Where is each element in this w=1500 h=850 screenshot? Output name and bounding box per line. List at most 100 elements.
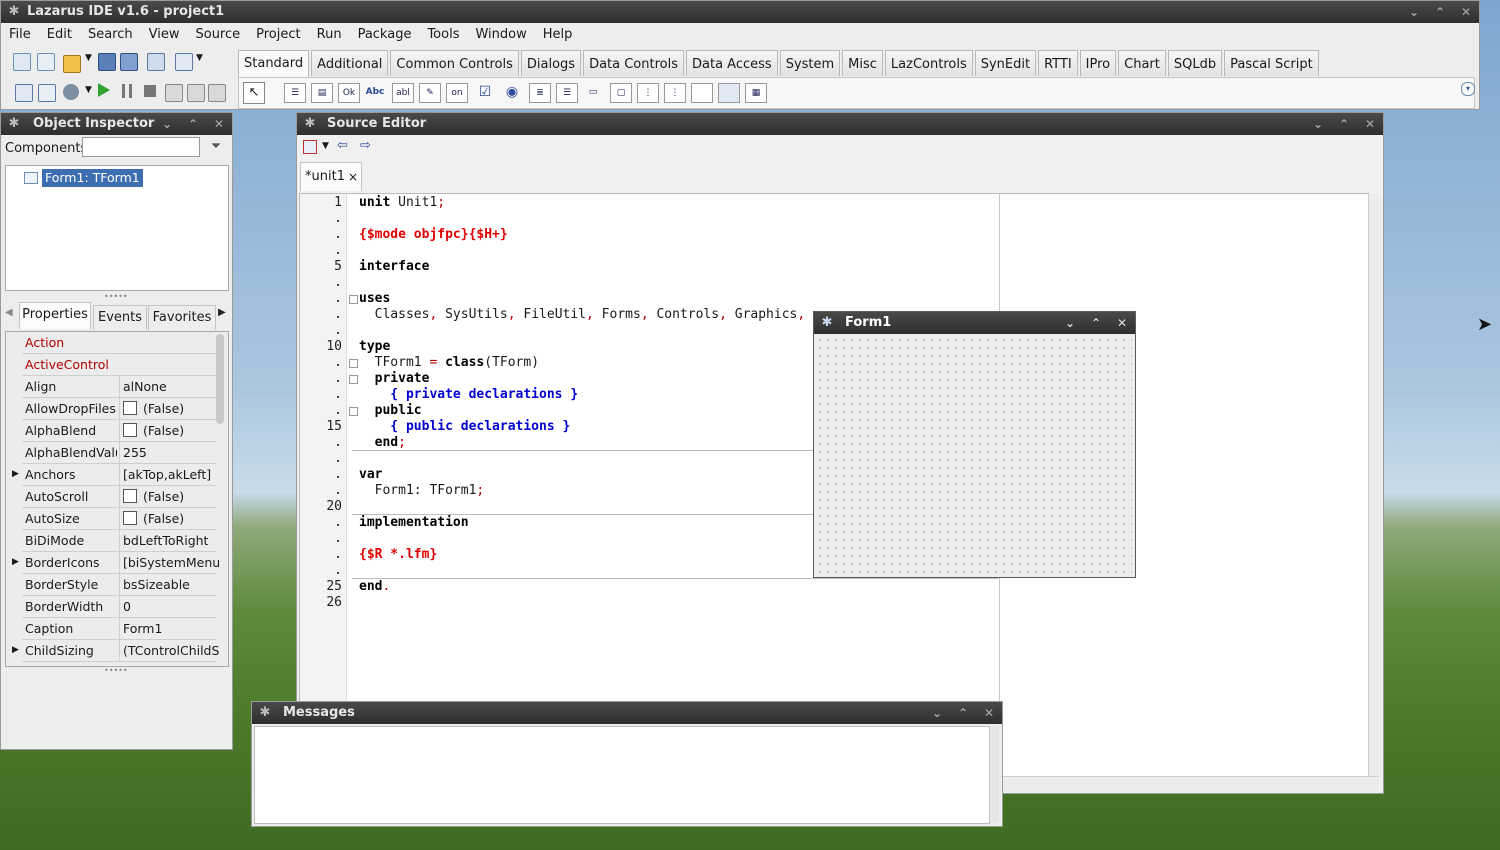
property-row[interactable]: ▶ ChildSizing (TControlChildSizing) [12, 640, 219, 662]
tab-pascal-script[interactable]: Pascal Script [1224, 50, 1319, 76]
menu-source[interactable]: Source [187, 27, 248, 42]
property-row[interactable]: AutoSize (False) [22, 508, 216, 530]
property-value[interactable]: (False) [119, 508, 219, 529]
open-icon[interactable] [63, 55, 81, 73]
object-inspector-titlebar[interactable]: ✱ Object Inspector ⌄ ⌃ ✕ [1, 113, 232, 135]
property-row[interactable]: AlphaBlend (False) [22, 420, 216, 442]
maximize-icon[interactable]: ⌃ [186, 113, 200, 135]
tlabel-icon[interactable]: Abc [365, 83, 385, 101]
menu-run[interactable]: Run [309, 27, 350, 42]
tab-misc[interactable]: Misc [842, 50, 883, 76]
property-value[interactable]: Form1 [119, 618, 219, 639]
close-icon[interactable]: ✕ [1363, 113, 1377, 135]
close-icon[interactable]: ✕ [982, 702, 996, 724]
property-row[interactable]: Align alNone [22, 376, 216, 398]
fold-private-icon[interactable] [349, 375, 358, 384]
tab-standard[interactable]: Standard [238, 50, 310, 78]
tmemo-icon[interactable]: ✎ [419, 83, 441, 103]
stop-icon[interactable] [144, 85, 156, 97]
property-value[interactable]: bsSizeable [119, 574, 219, 595]
fold-class-icon[interactable] [349, 359, 358, 368]
view-units-icon[interactable] [175, 53, 193, 71]
property-grid-scrollbar[interactable] [216, 334, 224, 424]
run-icon[interactable] [98, 83, 110, 97]
tab-scroll-right-icon[interactable]: ▶ [218, 307, 226, 318]
tcheckbox-icon[interactable]: ☑ [475, 83, 495, 101]
tbutton-icon[interactable]: Ok [338, 83, 360, 103]
property-row[interactable]: AllowDropFiles (False) [22, 398, 216, 420]
checkbox[interactable] [123, 423, 137, 437]
new-unit-icon[interactable] [13, 53, 31, 71]
tscrollbar-icon[interactable]: ▭ [583, 83, 603, 101]
property-row[interactable]: AutoScroll (False) [22, 486, 216, 508]
messages-scrollbar[interactable] [991, 726, 999, 822]
tab-system[interactable]: System [779, 50, 841, 76]
menu-view[interactable]: View [141, 27, 188, 42]
tab-data-access[interactable]: Data Access [686, 50, 778, 76]
splitter-grip[interactable]: ••••• [104, 292, 128, 301]
tradiobutton-icon[interactable]: ◉ [502, 83, 522, 101]
code-line[interactable]: end; [359, 435, 406, 450]
source-editor-titlebar[interactable]: ✱ Source Editor ⌄ ⌃ ✕ [297, 113, 1383, 135]
tlistbox-icon[interactable]: ≣ [529, 83, 551, 103]
menu-search[interactable]: Search [80, 27, 141, 42]
property-row[interactable]: BorderStyle bsSizeable [22, 574, 216, 596]
editor-vscrollbar[interactable] [1368, 194, 1381, 776]
code-line[interactable]: uses [359, 291, 390, 306]
property-value[interactable]: (TControlChildSizing) [119, 640, 219, 661]
property-row[interactable]: ▶ BorderIcons [biSystemMenu,biMinimize,biM… [12, 552, 219, 574]
maximize-icon[interactable]: ⌃ [1337, 113, 1351, 135]
close-icon[interactable]: ✕ [1115, 312, 1129, 334]
property-value[interactable]: 255 [119, 442, 219, 463]
property-value[interactable]: (False) [119, 420, 219, 441]
fold-uses-icon[interactable] [349, 295, 358, 304]
tab-dialogs[interactable]: Dialogs [520, 50, 582, 76]
jump-back-icon[interactable]: ⇦ [337, 138, 348, 153]
code-line[interactable]: Form1: TForm1; [359, 483, 485, 498]
messages-list[interactable] [254, 726, 990, 824]
splitter-grip-bottom[interactable]: ••••• [104, 666, 128, 675]
tab-properties[interactable]: Properties [19, 302, 91, 329]
build-mode-icon[interactable] [63, 84, 79, 100]
code-line[interactable]: unit Unit1; [359, 195, 445, 210]
checkbox[interactable] [123, 489, 137, 503]
tab-data-controls[interactable]: Data Controls [583, 50, 684, 76]
code-line[interactable]: type [359, 339, 390, 354]
tab-ipro[interactable]: IPro [1079, 50, 1117, 76]
expand-arrow-icon[interactable]: ▶ [12, 645, 19, 655]
tgroupbox-icon[interactable]: ▢ [610, 83, 632, 103]
code-line[interactable]: public [359, 403, 422, 418]
property-row[interactable]: ActiveControl [22, 354, 216, 376]
maximize-icon[interactable]: ⌃ [1089, 312, 1103, 334]
code-line[interactable]: implementation [359, 515, 469, 530]
tab-close-icon[interactable]: × [348, 163, 358, 191]
code-line[interactable]: { private declarations } [359, 387, 578, 402]
tframe-icon[interactable] [718, 83, 740, 103]
tab-chart[interactable]: Chart [1118, 50, 1166, 76]
save-icon[interactable] [98, 53, 116, 71]
step-over-icon[interactable] [187, 84, 205, 102]
property-value[interactable]: bdLeftToRight [119, 530, 219, 551]
components-filter-input[interactable] [82, 137, 200, 157]
menu-help[interactable]: Help [535, 27, 581, 42]
editor-home-icon[interactable] [303, 140, 317, 154]
minimize-icon[interactable]: ⌄ [160, 113, 174, 135]
tab-synedit[interactable]: SynEdit [974, 50, 1037, 76]
menu-tools[interactable]: Tools [419, 27, 467, 42]
property-value[interactable]: (False) [119, 398, 219, 419]
code-line[interactable]: end. [359, 579, 390, 594]
property-value[interactable]: 0 [119, 596, 219, 617]
tmainmenu-icon[interactable]: ☰ [284, 83, 306, 103]
view-forms-icon[interactable] [15, 84, 33, 102]
close-icon[interactable]: ✕ [212, 113, 226, 135]
step-into-icon[interactable] [165, 84, 183, 102]
property-value[interactable]: alNone [119, 376, 219, 397]
maximize-icon[interactable]: ⌃ [956, 702, 970, 724]
code-line[interactable]: private [359, 371, 430, 386]
property-row[interactable]: Action [22, 332, 216, 354]
tab-lazcontrols[interactable]: LazControls [884, 50, 973, 76]
property-row[interactable]: Caption Form1 [22, 618, 216, 640]
tactionlist-icon[interactable]: ▦ [745, 83, 767, 103]
form1-titlebar[interactable]: ✱ Form1 ⌄ ⌃ ✕ [814, 312, 1135, 334]
toggle-form-unit-icon[interactable] [147, 53, 165, 71]
